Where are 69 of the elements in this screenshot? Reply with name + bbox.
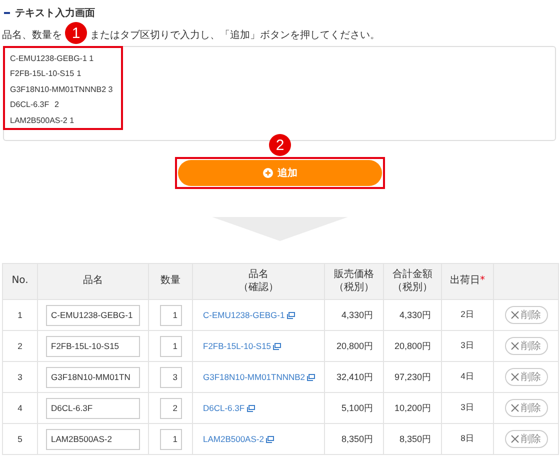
step-badge: 2	[269, 134, 291, 156]
table-cell: 2日	[442, 300, 494, 330]
quantity-field[interactable]: 1	[160, 428, 182, 450]
section-title: テキスト入力画面	[15, 6, 95, 20]
text-input-field[interactable]: C-EMU1238-GEBG-1 1 F2FB-15L-10-S15 1 G3F18N10-MM01TNNNB2 3 D6CL-6.3F 2 LAM2B500AS-2 1	[3, 46, 556, 141]
item-name-field[interactable]: G3F18N10-MM01TN	[46, 366, 140, 388]
quantity-field[interactable]: 3	[160, 366, 182, 388]
column-header: 数量	[148, 264, 192, 300]
step-badge: 1	[65, 22, 87, 44]
column-header: 販売価格 （税別）	[324, 264, 384, 300]
table-cell: 8,350円	[324, 424, 384, 454]
delete-button[interactable]: 削除	[504, 399, 548, 417]
instruction-text: またはタブ区切りで入力し、「追加」ボタンを押してください。	[90, 28, 380, 42]
text-line: C-EMU1238-GEBG-1 1	[10, 53, 95, 65]
table-cell: 3日	[442, 330, 494, 362]
item-name-field[interactable]: D6CL-6.3F	[46, 398, 140, 418]
new-window-icon	[246, 405, 255, 412]
product-link[interactable]: F2FB-15L-10-S15	[203, 341, 272, 351]
text-line: D6CL-6.3F 2	[10, 99, 60, 112]
plus-icon	[262, 168, 272, 178]
table-cell: 10,200円	[384, 392, 442, 424]
table-cell: 32,410円	[324, 362, 384, 392]
delete-button[interactable]: 削除	[504, 368, 548, 386]
close-icon	[511, 311, 519, 319]
table-cell: 5,100円	[324, 392, 384, 424]
column-header: No.	[2, 264, 38, 300]
delete-button[interactable]: 削除	[504, 306, 548, 324]
quantity-field[interactable]: 2	[160, 398, 182, 418]
new-window-icon	[307, 374, 316, 382]
column-header: 品名 （確認）	[192, 264, 324, 300]
new-window-icon	[266, 436, 274, 444]
column-header: 合計金額 （税別）	[384, 264, 442, 300]
item-name-field[interactable]: F2FB-15L-10-S15	[46, 336, 140, 356]
table-cell: 8日	[442, 424, 494, 454]
table-cell: 8,350円	[384, 424, 442, 454]
table-cell: 4,330円	[324, 300, 384, 330]
delete-button[interactable]: 削除	[504, 337, 548, 355]
table-cell: 3日	[442, 392, 494, 424]
delete-button[interactable]: 削除	[504, 430, 548, 448]
table-cell: 4,330円	[384, 300, 442, 330]
text-line: F2FB-15L-10-S15 1	[10, 68, 82, 80]
table-cell: 20,800円	[384, 330, 442, 362]
table-cell: 97,230円	[384, 362, 442, 392]
table-cell: 20,800円	[324, 330, 384, 362]
column-header: 品名	[38, 264, 148, 300]
table-cell: 5	[2, 424, 38, 454]
instruction-text: 品名、数量を	[2, 29, 62, 42]
product-link[interactable]: LAM2B500AS-2	[203, 434, 264, 444]
close-icon	[511, 435, 519, 443]
table-cell: 4	[2, 392, 38, 424]
close-icon	[511, 342, 519, 350]
quantity-field[interactable]: 1	[160, 304, 182, 326]
new-window-icon	[273, 343, 282, 350]
table-cell: 3	[2, 362, 38, 392]
product-link[interactable]: D6CL-6.3F	[203, 403, 245, 413]
title-marker	[4, 12, 10, 14]
quantity-field[interactable]: 1	[160, 336, 182, 356]
item-name-field[interactable]: LAM2B500AS-2	[46, 428, 140, 450]
table-cell: 1	[2, 300, 38, 330]
close-icon	[511, 373, 519, 381]
table-cell: 2	[2, 330, 38, 362]
close-icon	[511, 404, 519, 412]
required-mark: *	[480, 275, 485, 286]
text-line: G3F18N10-MM01TNNNB2 3	[10, 84, 114, 96]
table-cell: 4日	[442, 362, 494, 392]
column-header: 出荷日*	[442, 264, 494, 300]
text-line: LAM2B500AS-2 1	[10, 114, 76, 127]
new-window-icon	[286, 312, 295, 320]
item-name-field[interactable]: C-EMU1238-GEBG-1	[46, 304, 140, 326]
